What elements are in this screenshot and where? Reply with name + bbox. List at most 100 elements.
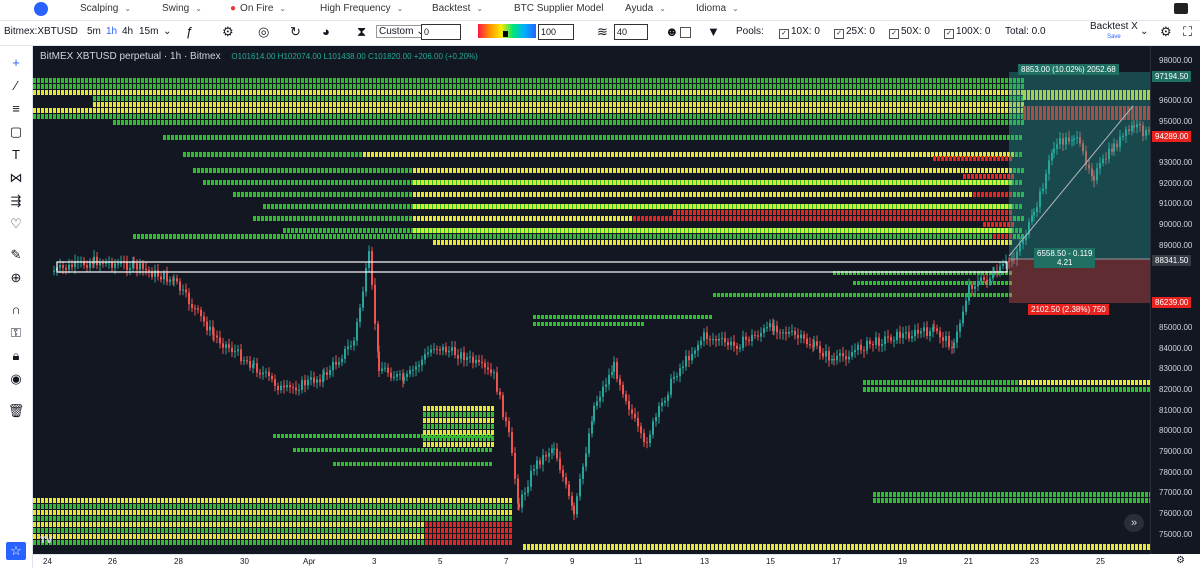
trash-icon[interactable]: 🗑︎ bbox=[6, 402, 26, 420]
lock-icon[interactable]: 🔒︎ bbox=[6, 347, 26, 365]
menu-high-frequency[interactable]: High Frequency ⌄ bbox=[320, 3, 403, 14]
magnet-icon[interactable]: ∩ bbox=[6, 301, 26, 319]
heatmap-cell bbox=[345, 108, 348, 113]
heatmap-cell bbox=[273, 168, 276, 173]
eye-icon[interactable]: ◉ bbox=[6, 370, 26, 388]
heart-icon[interactable]: ♡ bbox=[6, 215, 26, 233]
layers-value-input[interactable]: 40 bbox=[614, 24, 648, 40]
backtest-button[interactable]: Backtest X Save bbox=[1090, 22, 1138, 42]
pattern-icon[interactable]: ⋈ bbox=[6, 169, 26, 187]
menu-swing[interactable]: Swing ⌄ bbox=[162, 3, 202, 14]
heatmap-cell bbox=[539, 135, 542, 140]
heatmap-cell bbox=[385, 168, 388, 173]
heatmap-cell bbox=[561, 228, 564, 233]
heatmap-cell bbox=[309, 102, 312, 107]
menu-backtest[interactable]: Backtest ⌄ bbox=[432, 3, 483, 14]
interval-1h[interactable]: 1h bbox=[106, 26, 117, 37]
settings-gear-icon[interactable]: ⚙ bbox=[222, 24, 234, 40]
heatmap-cell bbox=[377, 114, 380, 119]
heatmap-cell bbox=[579, 152, 582, 157]
palette-icon[interactable]: ◕ bbox=[322, 24, 330, 40]
heatmap-cell bbox=[841, 108, 844, 113]
interval-4h[interactable]: 4h bbox=[122, 26, 133, 37]
heatmap-cell bbox=[141, 78, 144, 83]
heatmap-cell bbox=[629, 234, 632, 239]
menu-ayuda[interactable]: Ayuda ⌄ bbox=[625, 3, 666, 14]
heatmap-cell bbox=[845, 228, 848, 233]
heatmap-cell bbox=[253, 90, 256, 95]
custom-mode-select[interactable]: Custom ⌄ bbox=[376, 25, 428, 38]
heatmap-cell bbox=[467, 135, 470, 140]
globe-icon[interactable] bbox=[34, 2, 48, 16]
heatmap-cell bbox=[669, 84, 672, 89]
heatmap-cell bbox=[321, 234, 324, 239]
heatmap-cell bbox=[921, 168, 924, 173]
refresh-icon[interactable]: ↻ bbox=[290, 24, 301, 40]
hide-eye-icon[interactable]: ◎ bbox=[258, 24, 269, 40]
heatmap-cell bbox=[523, 152, 526, 157]
heatmap-cell bbox=[609, 228, 612, 233]
heatmap-cell bbox=[685, 102, 688, 107]
chart-settings-gear-icon[interactable]: ⚙ bbox=[1160, 24, 1172, 40]
heatmap-cell bbox=[915, 152, 918, 157]
pool-25x-checkbox[interactable]: ✓ 25X: 0 bbox=[834, 26, 875, 39]
ruler-icon[interactable]: ✎ bbox=[6, 246, 26, 264]
heatmap-cell bbox=[453, 78, 456, 83]
menu-scalping[interactable]: Scalping ⌄ bbox=[80, 3, 131, 14]
favorite-star-icon[interactable]: ☆ bbox=[6, 542, 26, 560]
lock-drawing-icon[interactable]: ⚿ bbox=[6, 324, 26, 342]
heatmap-cell bbox=[961, 78, 964, 83]
chevron-down-icon[interactable]: ⌄ bbox=[163, 26, 171, 37]
heatmap-cell bbox=[605, 216, 608, 221]
zoom-in-icon[interactable]: ⊕ bbox=[6, 269, 26, 287]
menu-btc-supplier-model[interactable]: BTC Supplier Model bbox=[514, 3, 603, 14]
heatmap-cell bbox=[453, 168, 456, 173]
menu-on-fire[interactable]: ● On Fire ⌄ bbox=[230, 3, 286, 14]
hourglass-icon[interactable]: ⧗ bbox=[357, 24, 366, 40]
heatmap-cell bbox=[597, 234, 600, 239]
trendline-icon[interactable]: ⁄ bbox=[6, 77, 26, 95]
heatmap-cell bbox=[897, 96, 900, 101]
chart-canvas[interactable] bbox=[33, 46, 1150, 554]
heatmap-cell bbox=[121, 114, 124, 119]
heatmap-cell bbox=[977, 228, 980, 233]
gradient-handle[interactable] bbox=[503, 31, 508, 37]
horizontal-lines-icon[interactable]: ≡ bbox=[6, 100, 26, 118]
layers-icon[interactable]: ≋ bbox=[597, 24, 608, 40]
forecast-icon[interactable]: ⇶ bbox=[6, 192, 26, 210]
gradient-value-input[interactable]: 100 bbox=[538, 24, 574, 40]
heatmap-cell bbox=[903, 152, 906, 157]
filter-icon[interactable]: ▼ bbox=[707, 24, 720, 40]
heatmap-cell bbox=[773, 192, 776, 197]
pool-100x-checkbox[interactable]: ✓ 100X: 0 bbox=[944, 26, 990, 39]
heatmap-cell bbox=[211, 152, 214, 157]
text-icon[interactable]: T bbox=[6, 146, 26, 164]
interval-15m[interactable]: 15m bbox=[139, 26, 158, 37]
heatmap-cell bbox=[869, 108, 872, 113]
chevron-down-icon[interactable]: ⌄ bbox=[1140, 26, 1148, 37]
camera-icon[interactable] bbox=[1174, 3, 1188, 14]
heatmap-cell bbox=[833, 168, 836, 173]
custom-value-input[interactable]: 0 bbox=[421, 24, 461, 40]
heatmap-cell bbox=[289, 90, 292, 95]
heatmap-cell bbox=[201, 120, 204, 125]
interval-5m[interactable]: 5m bbox=[87, 26, 101, 37]
rectangle-icon[interactable]: ▢ bbox=[6, 123, 26, 141]
pool-50x-checkbox[interactable]: ✓ 50X: 0 bbox=[889, 26, 930, 39]
pool-10x-checkbox[interactable]: ✓ 10X: 0 bbox=[779, 26, 820, 39]
symbol-selector[interactable]: Bitmex:XBTUSD bbox=[4, 26, 78, 37]
heatmap-cell bbox=[781, 168, 784, 173]
crosshair-icon[interactable]: + bbox=[6, 54, 26, 72]
bot-icon[interactable]: ☻ bbox=[665, 24, 679, 40]
indicator-fx-icon[interactable]: ƒ bbox=[186, 24, 193, 40]
heatmap-cell bbox=[429, 90, 432, 95]
heatmap-cell bbox=[581, 96, 584, 101]
heatmap-cell bbox=[225, 234, 228, 239]
heatmap-cell bbox=[611, 135, 614, 140]
heatmap-cell bbox=[877, 102, 880, 107]
heatmap-cell bbox=[991, 135, 994, 140]
fullscreen-icon[interactable]: ⛶ bbox=[1183, 24, 1192, 40]
menu-idioma[interactable]: Idioma ⌄ bbox=[696, 3, 739, 14]
heatmap-cell bbox=[885, 114, 888, 119]
bot-checkbox[interactable] bbox=[680, 27, 691, 38]
